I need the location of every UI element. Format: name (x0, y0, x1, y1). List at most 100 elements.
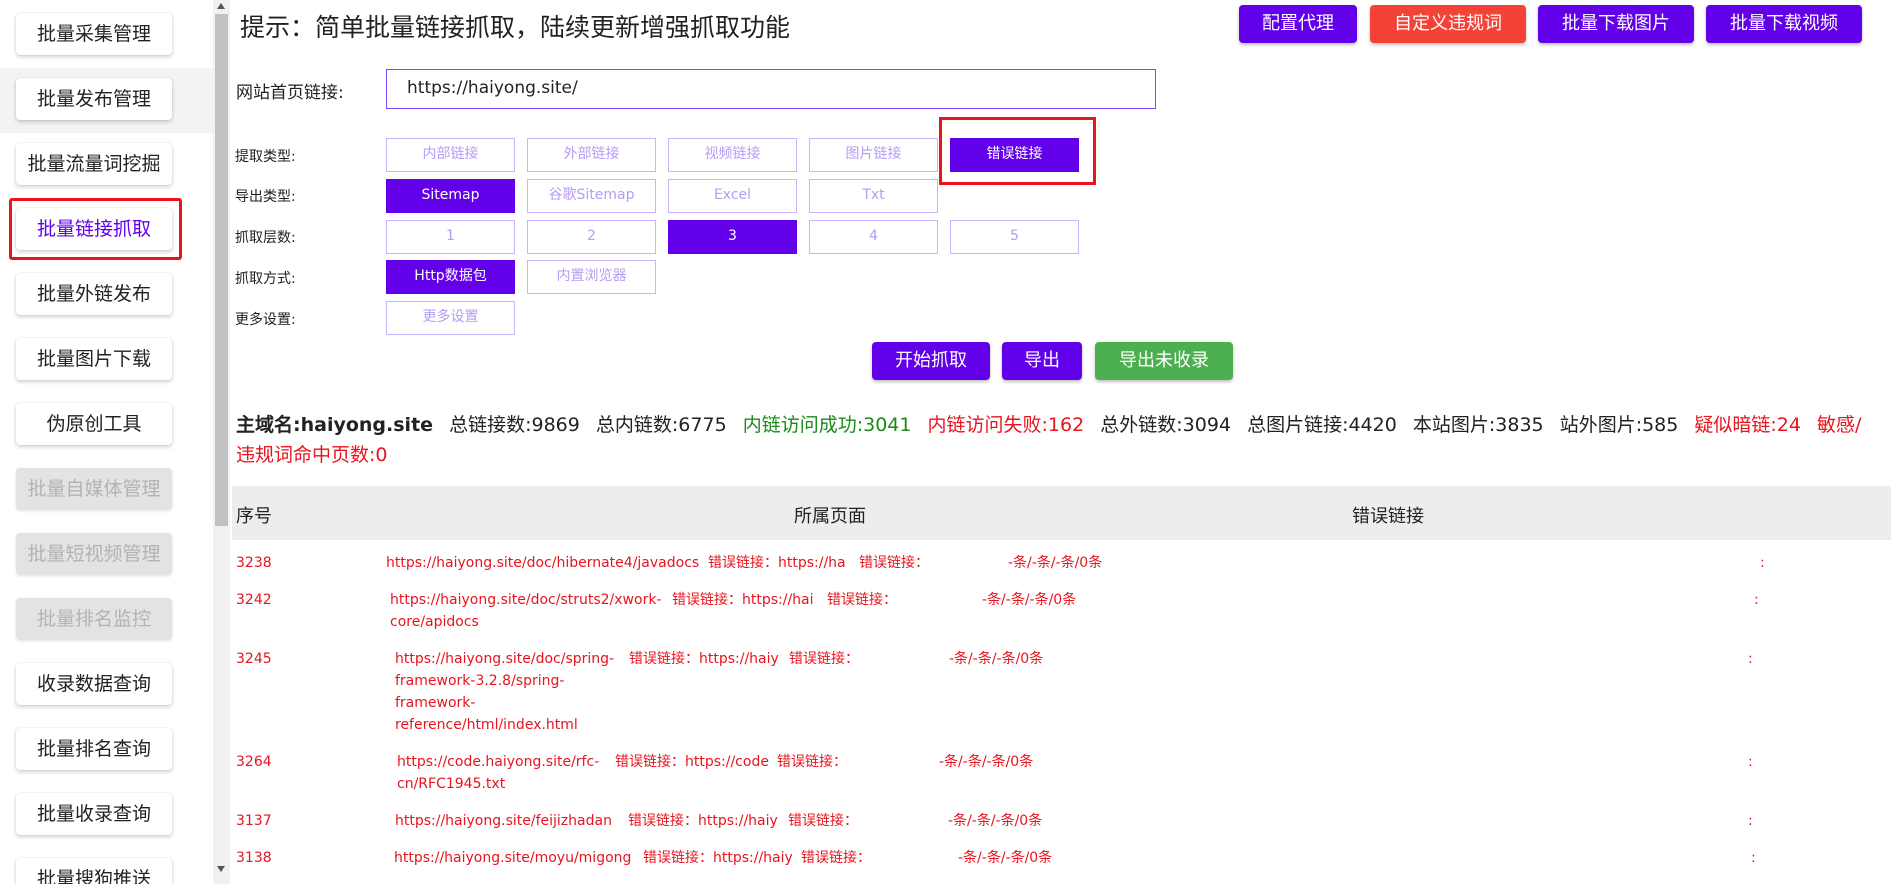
export-unindexed-button[interactable]: 导出未收录 (1095, 342, 1233, 380)
extract-option-image[interactable]: 图片链接 (809, 138, 938, 172)
tip-text: 提示：简单批量链接抓取，陆续更新增强抓取功能 (240, 13, 791, 42)
sidebar-item-rank-query[interactable]: 批量排名查询 (16, 728, 172, 770)
crawl-method-label: 抓取方式: (235, 271, 296, 287)
row-error-detail: 错误链接： (788, 813, 858, 829)
sidebar-item-rank-monitor: 批量排名监控 (16, 598, 172, 640)
stat-internal-success: 内链访问成功:3041 (742, 414, 912, 436)
sidebar-item-backlink-publish[interactable]: 批量外链发布 (16, 273, 172, 315)
row-count: -条/-条/-条/0条 (1008, 555, 1103, 571)
row-index: 3138 (236, 850, 272, 866)
row-tail: : (1748, 813, 1753, 829)
depth-option-2[interactable]: 2 (527, 220, 656, 254)
scrollbar-thumb[interactable] (215, 14, 228, 526)
export-option-sitemap[interactable]: Sitemap (386, 179, 515, 213)
main-panel: 提示：简单批量链接抓取，陆续更新增强抓取功能 配置代理 自定义违规词 批量下载图… (232, 0, 1891, 884)
table-header: 序号 所属页面 错误链接 (232, 486, 1891, 540)
export-option-google-sitemap[interactable]: 谷歌Sitemap (527, 179, 656, 213)
row-error-link[interactable]: 错误链接：https://ha (708, 552, 846, 574)
row-page-link[interactable]: https://code.haiyong.site/rfc-cn/RFC1945… (397, 751, 599, 795)
row-count: -条/-条/-条/0条 (949, 651, 1044, 667)
row-count: -条/-条/-条/0条 (948, 813, 1043, 829)
row-tail: : (1751, 850, 1756, 866)
row-error-link[interactable]: 错误链接：https://hai (672, 589, 814, 611)
config-proxy-button[interactable]: 配置代理 (1239, 5, 1357, 43)
method-option-http[interactable]: Http数据包 (386, 260, 515, 294)
sidebar-scrollbar[interactable] (213, 0, 230, 884)
stat-internal-links: 总内链数:6775 (595, 414, 727, 436)
row-index: 3264 (236, 754, 272, 770)
sidebar: 批量采集管理 批量发布管理 批量流量词挖掘 批量链接抓取 批量外链发布 批量图片… (0, 0, 213, 884)
row-tail: : (1760, 555, 1765, 571)
extract-error-highlight (939, 117, 1096, 185)
stat-local-images: 本站图片:3835 (1412, 414, 1544, 436)
stat-internal-fail: 内链访问失败:162 (927, 414, 1085, 436)
row-error-detail: 错误链接： (859, 555, 929, 571)
extract-type-label: 提取类型: (235, 149, 296, 165)
depth-option-5[interactable]: 5 (950, 220, 1079, 254)
sidebar-selection-highlight (9, 198, 182, 260)
stat-dark-links: 疑似暗链:24 (1694, 414, 1801, 436)
depth-option-3[interactable]: 3 (668, 220, 797, 254)
sidebar-item-image-download[interactable]: 批量图片下载 (16, 338, 172, 380)
col-header-index: 序号 (236, 506, 272, 527)
scroll-down-arrow-icon[interactable] (217, 866, 225, 872)
row-error-link[interactable]: 错误链接：https://haiy (628, 810, 778, 832)
stat-external-images: 站外图片:585 (1559, 414, 1679, 436)
batch-download-videos-button[interactable]: 批量下载视频 (1706, 5, 1862, 43)
extract-option-video[interactable]: 视频链接 (668, 138, 797, 172)
row-page-link[interactable]: https://haiyong.site/feijizhadan (395, 810, 655, 832)
custom-banned-words-button[interactable]: 自定义违规词 (1370, 5, 1526, 43)
row-error-link[interactable]: 错误链接：https://haiy (643, 847, 793, 869)
batch-download-images-button[interactable]: 批量下载图片 (1538, 5, 1694, 43)
depth-option-4[interactable]: 4 (809, 220, 938, 254)
row-error-link[interactable]: 错误链接：https://haiy (629, 648, 779, 670)
sidebar-item-pseudo-original[interactable]: 伪原创工具 (16, 403, 172, 445)
app-window: 批量采集管理 批量发布管理 批量流量词挖掘 批量链接抓取 批量外链发布 批量图片… (0, 0, 1891, 884)
sidebar-item-self-media: 批量自媒体管理 (16, 468, 172, 510)
sidebar-item-index-query[interactable]: 批量收录查询 (16, 793, 172, 835)
sidebar-item-sogou-push[interactable]: 批量搜狗推送 (16, 858, 172, 884)
sidebar-item-batch-publish[interactable]: 批量发布管理 (16, 78, 172, 120)
homepage-url-input[interactable]: https://haiyong.site/ (386, 69, 1156, 109)
stat-total-links: 总链接数:9869 (449, 414, 580, 436)
row-error-link[interactable]: 错误链接：https://code (615, 751, 769, 773)
method-option-browser[interactable]: 内置浏览器 (527, 260, 656, 294)
stat-image-links: 总图片链接:4420 (1247, 414, 1397, 436)
crawl-stats: 主域名:haiyong.site 总链接数:9869 总内链数:6775 内链访… (236, 410, 1876, 470)
row-count: -条/-条/-条/0条 (939, 754, 1034, 770)
row-index: 3245 (236, 651, 272, 667)
scroll-up-arrow-icon[interactable] (217, 3, 225, 9)
extract-option-external[interactable]: 外部链接 (527, 138, 656, 172)
extract-option-internal[interactable]: 内部链接 (386, 138, 515, 172)
row-tail: : (1754, 592, 1759, 608)
row-index: 3137 (236, 813, 272, 829)
stat-domain: 主域名:haiyong.site (236, 414, 434, 436)
row-index: 3238 (236, 555, 272, 571)
row-count: -条/-条/-条/0条 (958, 850, 1053, 866)
row-tail: : (1748, 754, 1753, 770)
export-option-excel[interactable]: Excel (668, 179, 797, 213)
sidebar-item-index-data[interactable]: 收录数据查询 (16, 663, 172, 705)
row-count: -条/-条/-条/0条 (982, 592, 1077, 608)
more-settings-button[interactable]: 更多设置 (386, 301, 515, 335)
row-error-detail: 错误链接： (789, 651, 859, 667)
stat-external-links: 总外链数:3094 (1100, 414, 1232, 436)
export-option-txt[interactable]: Txt (809, 179, 938, 213)
row-tail: : (1748, 651, 1753, 667)
start-crawl-button[interactable]: 开始抓取 (872, 342, 990, 380)
row-page-link[interactable]: https://haiyong.site/doc/hibernate4/java… (386, 552, 699, 574)
crawl-depth-label: 抓取层数: (235, 230, 296, 246)
export-button[interactable]: 导出 (1002, 342, 1082, 380)
sidebar-item-traffic-keywords[interactable]: 批量流量词挖掘 (16, 143, 172, 185)
row-error-detail: 错误链接： (801, 850, 871, 866)
row-index: 3242 (236, 592, 272, 608)
url-label: 网站首页链接: (236, 83, 344, 103)
row-page-link[interactable]: https://haiyong.site/moyu/migong (394, 847, 654, 869)
export-type-label: 导出类型: (235, 189, 296, 205)
col-header-page: 所属页面 (794, 506, 866, 527)
row-page-link[interactable]: https://haiyong.site/doc/spring-framewor… (395, 648, 614, 736)
sidebar-item-batch-collect[interactable]: 批量采集管理 (16, 13, 172, 55)
row-error-detail: 错误链接： (827, 592, 897, 608)
depth-option-1[interactable]: 1 (386, 220, 515, 254)
row-page-link[interactable]: https://haiyong.site/doc/struts2/xwork-c… (390, 589, 662, 633)
